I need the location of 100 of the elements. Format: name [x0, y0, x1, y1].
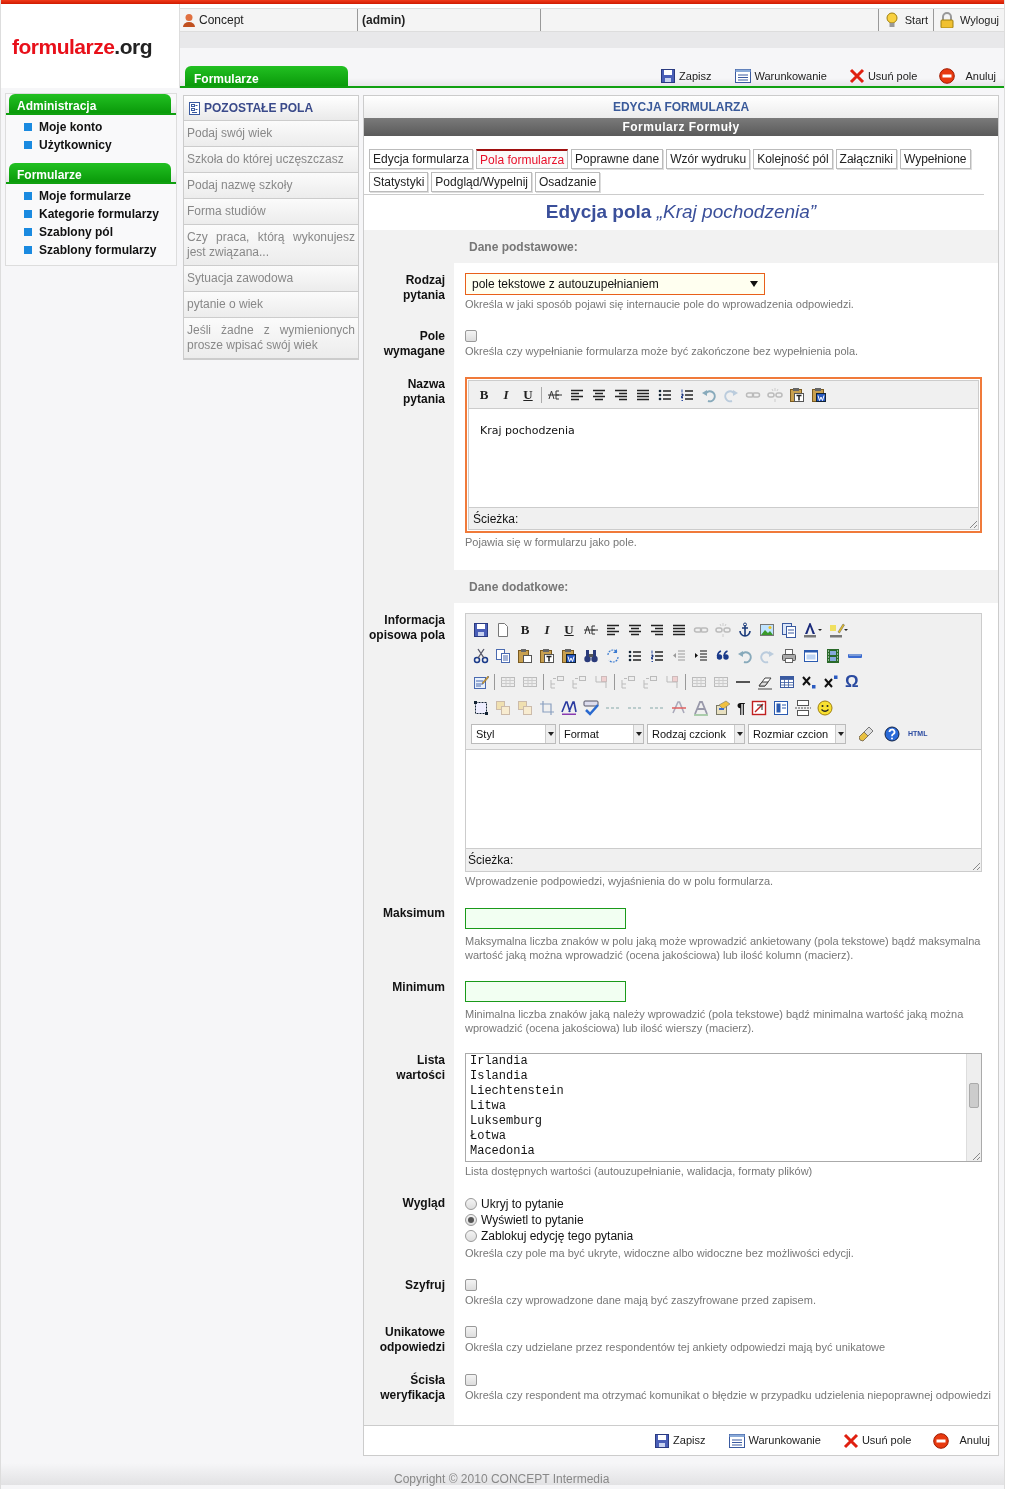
rich-text-editor[interactable]: B I U Kraj pochodzenia Ścieżka:: [465, 377, 982, 533]
radio-button[interactable]: [465, 1198, 477, 1210]
sidebar-link[interactable]: Moje formularze: [39, 187, 131, 205]
paste-word-icon[interactable]: [561, 648, 577, 664]
copy-icon[interactable]: [495, 648, 511, 664]
radio-button[interactable]: [465, 1230, 477, 1242]
form-tab[interactable]: Pola formularza: [476, 149, 569, 169]
page-break-icon[interactable]: [795, 700, 812, 716]
remove-format-icon[interactable]: [671, 700, 687, 716]
form-tab[interactable]: Edycja formularza: [369, 149, 474, 169]
numbered-list-icon[interactable]: [649, 648, 665, 664]
input-field[interactable]: [465, 907, 626, 929]
superscript-icon[interactable]: [823, 674, 839, 690]
help-icon[interactable]: [884, 726, 900, 742]
checkbox[interactable]: [465, 330, 477, 342]
paste-text-icon[interactable]: [539, 648, 555, 664]
sidebar-link[interactable]: Użytkownicy: [39, 136, 112, 154]
paragraph-mark-button[interactable]: ¶: [737, 700, 746, 716]
subscript-icon[interactable]: [801, 674, 817, 690]
font-family-dropdown[interactable]: Rodzaj czcionk: [647, 724, 745, 744]
font-size-dropdown[interactable]: Rozmiar czcion: [748, 724, 846, 744]
underline-button[interactable]: U: [561, 622, 577, 638]
checkbox[interactable]: [465, 1279, 477, 1291]
binoculars-icon[interactable]: [583, 648, 599, 664]
font-color-icon[interactable]: [803, 622, 823, 638]
form-tab[interactable]: Kolejność pól: [753, 149, 833, 169]
strikethrough-icon[interactable]: [583, 622, 599, 638]
delete-field-button[interactable]: Usuń pole: [848, 67, 918, 84]
align-right-icon[interactable]: [649, 622, 665, 638]
form-edit-icon[interactable]: [473, 674, 489, 690]
list-value: Macedonia: [470, 1144, 535, 1159]
path-label: Ścieżka:: [468, 851, 514, 869]
bold-button[interactable]: B: [476, 386, 492, 403]
input-field[interactable]: [465, 981, 626, 1002]
delete-field-button[interactable]: Usuń pole: [842, 1432, 912, 1449]
style-dropdown[interactable]: Styl: [471, 724, 556, 744]
sidebar-link[interactable]: Szablony formularzy: [39, 241, 157, 259]
sidebar-link[interactable]: Szablony pól: [39, 223, 113, 241]
italic-button[interactable]: I: [539, 622, 555, 638]
window-icon[interactable]: [803, 648, 819, 664]
field-label: Szyfruj: [405, 1278, 445, 1294]
sidebar-link[interactable]: Kategorie formularzy: [39, 205, 160, 223]
film-icon[interactable]: [825, 648, 841, 664]
font-style-icon[interactable]: [561, 700, 577, 716]
div-container-icon[interactable]: [773, 700, 790, 716]
form-tab[interactable]: Osadzanie: [535, 172, 601, 192]
form-icon[interactable]: [715, 700, 731, 716]
form-tab[interactable]: Załączniki: [835, 149, 897, 169]
question-type-select[interactable]: pole tekstowe z autouzupełnianiem: [465, 273, 765, 295]
conditions-button[interactable]: Warunkowanie: [733, 67, 827, 84]
highlight-icon[interactable]: [829, 622, 849, 638]
form-tab[interactable]: Poprawne dane: [571, 149, 664, 169]
radio-button[interactable]: [465, 1214, 477, 1226]
replace-icon[interactable]: [605, 648, 621, 664]
align-justify-icon[interactable]: [671, 622, 687, 638]
new-page-icon[interactable]: [495, 622, 511, 638]
scissors-icon[interactable]: [473, 648, 489, 664]
paste-icon[interactable]: [517, 648, 533, 664]
template-icon[interactable]: [781, 622, 797, 638]
padlock-icon: [938, 12, 955, 28]
checkbox[interactable]: [465, 1374, 477, 1386]
smiley-icon[interactable]: [817, 700, 834, 716]
paste-word-icon[interactable]: [811, 386, 827, 403]
save-button[interactable]: Zapisz: [654, 1432, 706, 1449]
select-all-icon[interactable]: [473, 700, 489, 716]
align-center-icon[interactable]: [627, 622, 643, 638]
bullet-list-icon[interactable]: [627, 648, 643, 664]
underline-button[interactable]: U: [520, 386, 536, 403]
anchor-icon[interactable]: [737, 622, 753, 638]
form-tab[interactable]: Wypełnione: [899, 149, 971, 169]
radio-label: Zablokuj edycję tego pytania: [481, 1228, 634, 1245]
start-link[interactable]: Start: [878, 9, 934, 31]
logout-link[interactable]: Wyloguj: [933, 9, 1004, 31]
image-icon[interactable]: [759, 622, 775, 638]
align-left-icon[interactable]: [605, 622, 621, 638]
cell-properties-icon[interactable]: [713, 674, 729, 690]
bold-button[interactable]: B: [517, 622, 533, 638]
no-image-icon[interactable]: [751, 700, 768, 716]
form-tab[interactable]: Statystyki: [369, 172, 429, 192]
checkbox[interactable]: [465, 1326, 477, 1338]
brush-icon[interactable]: [859, 726, 875, 742]
printer-icon[interactable]: [781, 648, 797, 664]
list-value: Łotwa: [470, 1129, 506, 1144]
radio-label: Wyświetl to pytanie: [481, 1212, 584, 1229]
conditions-button[interactable]: Warunkowanie: [727, 1432, 821, 1449]
cancel-button[interactable]: Anuluj: [939, 67, 996, 84]
table-icon[interactable]: [779, 674, 795, 690]
italic-button[interactable]: I: [498, 386, 514, 403]
spellcheck-icon[interactable]: [583, 700, 599, 716]
form-tab[interactable]: Wzór wydruku: [666, 149, 751, 169]
special-character-button[interactable]: Ω: [845, 674, 859, 690]
sidebar-link[interactable]: Moje konto: [39, 118, 103, 136]
values-textarea[interactable]: Irlandia Islandia Liechtenstein Litwa Luksemburg Łotwa Macedonia: [465, 1053, 982, 1162]
format-dropdown[interactable]: Format: [559, 724, 644, 744]
indent-icon[interactable]: [693, 648, 709, 664]
save-button[interactable]: Zapisz: [660, 67, 712, 84]
eraser-icon[interactable]: [757, 674, 773, 690]
form-tab[interactable]: Podgląd/Wypelnij: [431, 172, 532, 192]
paste-text-icon[interactable]: [789, 386, 805, 403]
cancel-button[interactable]: Anuluj: [933, 1432, 990, 1449]
